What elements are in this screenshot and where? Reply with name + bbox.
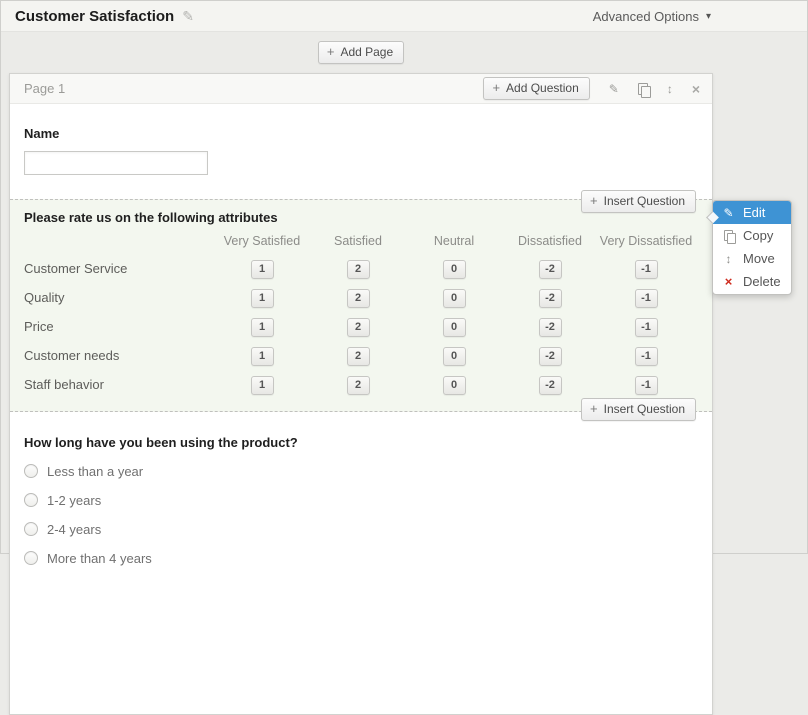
page-panel: Page 1 + Add Question ✎ ↕ × Name + Inser… [9,73,713,715]
plus-icon: + [492,83,500,93]
radio-option-label: Less than a year [47,464,143,479]
radio-button-icon[interactable] [24,551,38,565]
matrix-row-label: Customer Service [10,261,214,276]
weight-chip[interactable]: 0 [443,318,466,337]
matrix-row-label: Quality [10,290,214,305]
page-header: Page 1 + Add Question ✎ ↕ × [10,74,712,104]
weight-chip[interactable]: -2 [539,260,562,279]
weight-chip[interactable]: 2 [347,347,370,366]
matrix-row: Customer needs 1 2 0 -2 -1 [10,341,712,370]
plus-icon: + [590,404,598,414]
matrix-header-row: Very Satisfied Satisfied Neutral Dissati… [10,228,712,254]
weight-chip[interactable]: -1 [635,289,658,308]
advanced-options-button[interactable]: Advanced Options ▾ [593,9,793,24]
menu-item-edit[interactable]: ✎ Edit [713,201,791,224]
delete-x-icon: × [722,275,735,288]
move-icon: ↕ [722,253,735,265]
radio-option[interactable]: 2-4 years [24,521,698,537]
question-name-title: Name [24,126,698,141]
add-page-label: Add Page [340,45,393,59]
weight-chip[interactable]: -2 [539,289,562,308]
radio-option[interactable]: More than 4 years [24,550,698,566]
radio-option-label: 1-2 years [47,493,101,508]
delete-page-icon[interactable]: × [692,82,700,96]
question-duration-title: How long have you been using the product… [24,435,698,450]
page-name: Page 1 [24,81,65,96]
radio-button-icon[interactable] [24,522,38,536]
column-header: Satisfied [310,234,406,248]
menu-item-label: Move [743,251,775,266]
radio-option-label: More than 4 years [47,551,152,566]
move-page-icon[interactable]: ↕ [667,83,673,95]
column-header: Very Dissatisfied [598,234,694,248]
plus-icon: + [327,47,335,57]
weight-chip[interactable]: 2 [347,260,370,279]
menu-item-label: Edit [743,205,765,220]
column-header: Dissatisfied [502,234,598,248]
copy-page-icon[interactable] [638,83,648,95]
question-context-menu: ✎ Edit Copy ↕ Move × Delete [712,200,792,295]
top-header: Customer Satisfaction ✎ Advanced Options… [1,1,807,32]
menu-item-move[interactable]: ↕ Move [713,247,791,270]
menu-item-label: Copy [743,228,773,243]
menu-item-copy[interactable]: Copy [713,224,791,247]
insert-question-button-bottom[interactable]: + Insert Question [581,398,696,421]
radio-button-icon[interactable] [24,493,38,507]
weight-chip[interactable]: 1 [251,289,274,308]
weight-chip[interactable]: 0 [443,376,466,395]
column-header: Very Satisfied [214,234,310,248]
radio-option[interactable]: 1-2 years [24,492,698,508]
name-input[interactable] [24,151,208,175]
plus-icon: + [590,196,598,206]
weight-chip[interactable]: 1 [251,318,274,337]
matrix-row-label: Price [10,319,214,334]
weight-chip[interactable]: 1 [251,376,274,395]
weight-chip[interactable]: 2 [347,318,370,337]
menu-item-label: Delete [743,274,781,289]
weight-chip[interactable]: -1 [635,260,658,279]
insert-question-button-top[interactable]: + Insert Question [581,190,696,213]
weight-chip[interactable]: 1 [251,347,274,366]
matrix-row: Staff behavior 1 2 0 -2 -1 [10,370,712,399]
survey-title: Customer Satisfaction [15,8,174,25]
question-matrix: + Insert Question Please rate us on the … [10,199,712,412]
weight-chip[interactable]: 2 [347,376,370,395]
weight-chip[interactable]: 1 [251,260,274,279]
weight-chip[interactable]: -1 [635,318,658,337]
radio-option-label: 2-4 years [47,522,101,537]
question-duration: How long have you been using the product… [10,412,712,586]
matrix-row: Customer Service 1 2 0 -2 -1 [10,254,712,283]
weight-chip[interactable]: -2 [539,347,562,366]
weight-chip[interactable]: 0 [443,347,466,366]
menu-item-delete[interactable]: × Delete [713,270,791,293]
weight-chip[interactable]: 2 [347,289,370,308]
weight-chip[interactable]: 0 [443,260,466,279]
caret-down-icon: ▾ [706,11,711,22]
add-question-label: Add Question [506,81,579,95]
weight-chip[interactable]: 0 [443,289,466,308]
insert-question-label: Insert Question [604,402,685,416]
matrix-row-label: Staff behavior [10,377,214,392]
matrix-row-label: Customer needs [10,348,214,363]
page-tools: + Add Question ✎ ↕ × [483,77,700,100]
edit-page-pencil-icon[interactable]: ✎ [609,83,619,95]
pencil-icon: ✎ [722,207,735,219]
matrix-row: Price 1 2 0 -2 -1 [10,312,712,341]
advanced-options-label: Advanced Options [593,9,699,24]
weight-chip[interactable]: -1 [635,347,658,366]
add-page-row: + Add Page [9,32,713,73]
column-header: Neutral [406,234,502,248]
weight-chip[interactable]: -1 [635,376,658,395]
weight-chip[interactable]: -2 [539,376,562,395]
insert-question-label: Insert Question [604,194,685,208]
question-name: Name [10,104,712,199]
matrix-row: Quality 1 2 0 -2 -1 [10,283,712,312]
add-question-button[interactable]: + Add Question [483,77,589,100]
edit-title-pencil-icon[interactable]: ✎ [182,8,194,25]
weight-chip[interactable]: -2 [539,318,562,337]
radio-button-icon[interactable] [24,464,38,478]
radio-option[interactable]: Less than a year [24,463,698,479]
add-page-button[interactable]: + Add Page [318,41,404,64]
copy-icon [722,230,735,241]
